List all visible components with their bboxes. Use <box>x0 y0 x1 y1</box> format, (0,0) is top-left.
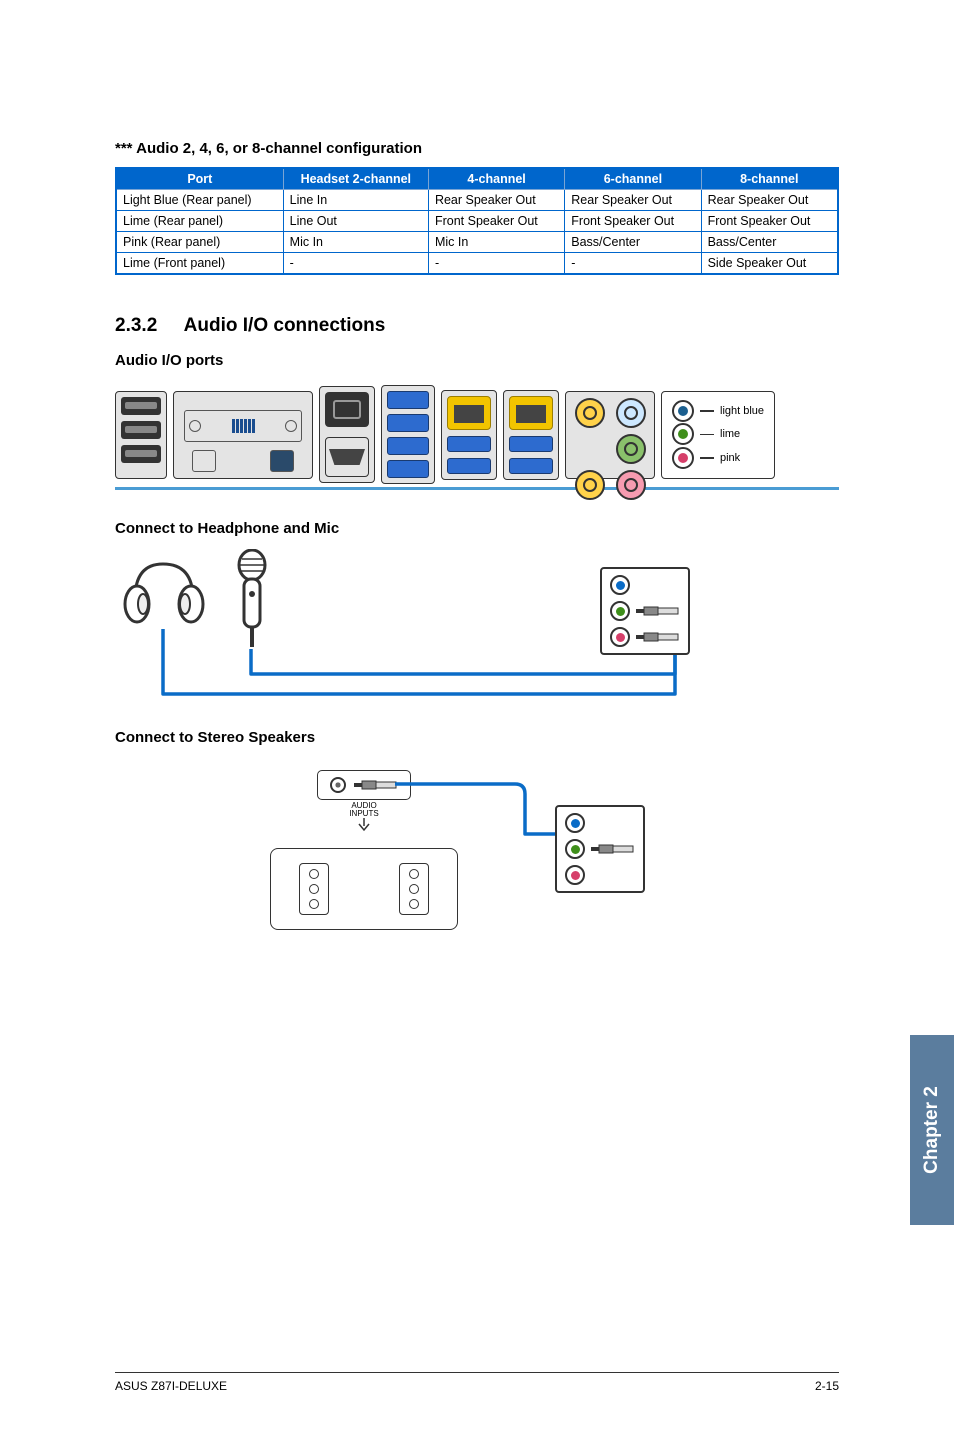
audio-config-table: Port Headset 2-channel 4-channel 6-chann… <box>115 167 839 275</box>
table-cell: Lime (Front panel) <box>116 253 283 275</box>
ps2-stack-icon <box>115 391 167 479</box>
table-cell: Lime (Rear panel) <box>116 211 283 232</box>
plug-icon <box>636 606 680 616</box>
section-num: 2.3.2 <box>115 315 157 336</box>
table-cell: Bass/Center <box>565 232 701 253</box>
legend-pink: pink <box>720 452 740 464</box>
lan-usb-1-icon <box>441 390 497 480</box>
sub-stereo: Connect to Stereo Speakers <box>115 729 839 746</box>
table-cell: Front Speaker Out <box>701 211 838 232</box>
section-title-text: Audio I/O connections <box>184 315 386 336</box>
table-cell: Rear Speaker Out <box>565 190 701 211</box>
footer-left: ASUS Z87I-DELUXE <box>115 1379 227 1393</box>
sub-audio-io-ports: Audio I/O ports <box>115 352 839 369</box>
wifi-module-icon <box>173 391 313 479</box>
io-panel-figure: light blue lime pink <box>115 379 839 490</box>
table-cell: Bass/Center <box>701 232 838 253</box>
table-cell: Mic In <box>283 232 428 253</box>
page-footer: ASUS Z87I-DELUXE 2-15 <box>115 1372 839 1393</box>
table-cell: Rear Speaker Out <box>701 190 838 211</box>
chapter-tab: Chapter 2 <box>910 1035 954 1225</box>
jack-panel-icon <box>600 567 690 655</box>
plug-icon <box>636 632 680 642</box>
table-cell: - <box>428 253 564 275</box>
audio-jacks-icon <box>565 391 655 479</box>
section-heading: 2.3.2 Audio I/O connections <box>115 315 839 337</box>
th-8ch: 8-channel <box>701 168 838 190</box>
th-port: Port <box>116 168 283 190</box>
jack-legend: light blue lime pink <box>661 391 775 479</box>
table-cell: Front Speaker Out <box>428 211 564 232</box>
plug-icon <box>591 844 635 854</box>
table-cell: Side Speaker Out <box>701 253 838 275</box>
th-4ch: 4-channel <box>428 168 564 190</box>
lan-usb-2-icon <box>503 390 559 480</box>
usb3-stack-1-icon <box>381 385 435 484</box>
table-cell: Mic In <box>428 232 564 253</box>
usb-hdmi-icon <box>319 386 375 483</box>
table-cell: Front Speaker Out <box>565 211 701 232</box>
jack-panel-icon <box>555 805 645 893</box>
footer-right: 2-15 <box>815 1379 839 1393</box>
th-2ch: Headset 2-channel <box>283 168 428 190</box>
table-cell: Pink (Rear panel) <box>116 232 283 253</box>
table-cell: Rear Speaker Out <box>428 190 564 211</box>
table-cell: Line Out <box>283 211 428 232</box>
table-cell: - <box>565 253 701 275</box>
legend-lime: lime <box>720 428 740 440</box>
table-cell: Light Blue (Rear panel) <box>116 190 283 211</box>
legend-lb: light blue <box>720 405 764 417</box>
stereo-figure: AUDIOINPUTS <box>115 760 839 960</box>
sub-headphone-mic: Connect to Headphone and Mic <box>115 520 839 537</box>
table-cell: Line In <box>283 190 428 211</box>
th-6ch: 6-channel <box>565 168 701 190</box>
headphone-mic-figure <box>115 549 839 709</box>
chapter-label: Chapter 2 <box>921 1086 943 1174</box>
config-title: *** Audio 2, 4, 6, or 8-channel configur… <box>115 140 839 157</box>
table-cell: - <box>283 253 428 275</box>
